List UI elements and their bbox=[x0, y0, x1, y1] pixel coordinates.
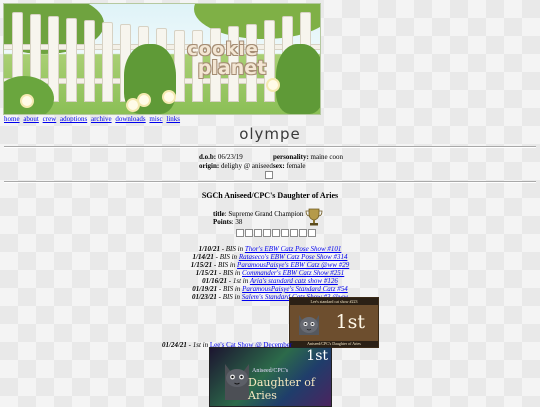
award-card-header: Lee's standard cat show #223 bbox=[290, 298, 378, 305]
nav-link-archive[interactable]: archive bbox=[91, 115, 112, 123]
flower bbox=[139, 95, 149, 105]
flower bbox=[164, 92, 174, 102]
fence-post bbox=[84, 20, 95, 102]
nav-link-downloads[interactable]: downloads bbox=[115, 115, 145, 123]
logo-line-2: planet bbox=[197, 57, 267, 79]
divider bbox=[4, 146, 536, 148]
site-banner: cookie planet bbox=[3, 3, 321, 115]
broken-image-icon bbox=[265, 171, 273, 179]
result-entry: 1/10/21 - BIS in Thor's EBW Catz Pose Sh… bbox=[0, 245, 540, 253]
personality-label: personality: bbox=[273, 153, 309, 161]
sex-label: sex: bbox=[273, 162, 285, 170]
result-entry: 1/15/21 - BIS in ParamousPaisye's EBW Ca… bbox=[0, 261, 540, 269]
title-label: title bbox=[213, 210, 225, 218]
nav-link-adoptions[interactable]: adoptions bbox=[60, 115, 87, 123]
cat-show-name: SGCh Aniseed/CPC's Daughter of Aries bbox=[201, 191, 339, 200]
award-card: 1st Aniseed/CPC's Daughter of Aries bbox=[209, 347, 332, 407]
badge-image bbox=[290, 229, 298, 237]
origin-label: origin: bbox=[199, 162, 220, 170]
badge-image bbox=[263, 229, 271, 237]
points-label: Points bbox=[213, 218, 232, 226]
nav-link-crew[interactable]: crew bbox=[43, 115, 57, 123]
badge-image bbox=[245, 229, 253, 237]
award-line-1: Aniseed/CPC's bbox=[252, 368, 289, 374]
result-date: 01/19/21 bbox=[192, 285, 218, 293]
sex-value: female bbox=[286, 162, 306, 170]
result-date: 1/10/21 bbox=[198, 245, 220, 253]
origin-value: delighy @ aniseed bbox=[220, 162, 273, 170]
result-text: - 1st in bbox=[186, 341, 210, 349]
badge-image bbox=[236, 229, 244, 237]
result-date: 1/14/21 bbox=[192, 253, 214, 261]
result-date: 1/15/21 bbox=[190, 261, 213, 269]
bush bbox=[276, 44, 320, 114]
info-left: d.o.b: 06/23/19 origin: delighy @ anisee… bbox=[199, 153, 273, 171]
trophy-icon bbox=[305, 208, 323, 226]
info-right: personality: maine coon sex: female bbox=[273, 153, 343, 171]
result-text: - BIS in bbox=[216, 293, 242, 301]
points-value: 38 bbox=[235, 218, 243, 226]
site-logo: cookie planet bbox=[167, 40, 279, 78]
fence-post bbox=[66, 18, 77, 102]
nav-link-misc[interactable]: misc bbox=[149, 115, 162, 123]
result-text: - BIS in bbox=[213, 253, 239, 261]
award-line-2: Daughter of Aries bbox=[248, 376, 315, 402]
result-entry: 1/15/21 - BIS in Commander's EBW Catz Sh… bbox=[0, 269, 540, 277]
result-link[interactable]: ParamousPaisye's EBW Catz @ww #29 bbox=[237, 261, 349, 269]
result-entry: 01/19/21 - BIS in ParamousPaisye's Stand… bbox=[0, 285, 540, 293]
flower bbox=[128, 100, 138, 110]
badge-image bbox=[299, 229, 307, 237]
result-entry: 01/16/21 - 1st in Aria's standard catz s… bbox=[0, 277, 540, 285]
badge-image bbox=[281, 229, 289, 237]
nav-link-links[interactable]: links bbox=[166, 115, 180, 123]
result-date: 01/24/21 bbox=[162, 341, 187, 349]
award-place: 1st bbox=[335, 311, 365, 333]
result-link[interactable]: ParamousPaisye's Standard Catz #54 bbox=[242, 285, 348, 293]
badge-image bbox=[272, 229, 280, 237]
dob-label: d.o.b: bbox=[199, 153, 217, 161]
cat-portrait bbox=[299, 315, 319, 335]
fence-post bbox=[102, 22, 113, 102]
nav-link-about[interactable]: about bbox=[23, 115, 39, 123]
personality-value: maine coon bbox=[310, 153, 343, 161]
result-link[interactable]: Aria's standard catz show #126 bbox=[250, 277, 338, 285]
nav-bar: home about crew adoptions archive downlo… bbox=[4, 115, 182, 123]
show-results: 1/10/21 - BIS in Thor's EBW Catz Pose Sh… bbox=[0, 245, 540, 301]
result-text: - BIS in bbox=[212, 261, 238, 269]
flower bbox=[22, 96, 32, 106]
award-place: 1st bbox=[306, 348, 328, 364]
result-date: 1/15/21 bbox=[195, 269, 218, 277]
flower bbox=[268, 80, 278, 90]
result-text: - BIS in bbox=[217, 285, 243, 293]
result-date: 01/16/21 bbox=[202, 277, 228, 285]
badge-image bbox=[308, 229, 316, 237]
title-block: title: Supreme Grand Champion Points: 38 bbox=[213, 210, 304, 226]
result-text: - BIS in bbox=[217, 269, 243, 277]
result-link[interactable]: Thor's EBW Catz Pose Show #101 bbox=[245, 245, 342, 253]
nav-link-home[interactable]: home bbox=[4, 115, 20, 123]
page-title: olympe bbox=[239, 125, 301, 143]
result-link[interactable]: Rataseco's EBW Catz Pose Show #314 bbox=[239, 253, 348, 261]
result-entry: 01/23/21 - BIS in Salem's Standard Catz … bbox=[0, 293, 540, 301]
result-link[interactable]: Commander's EBW Catz Show #251 bbox=[242, 269, 344, 277]
result-text: - BIS in bbox=[219, 245, 245, 253]
dob-value: 06/23/19 bbox=[217, 153, 243, 161]
award-card: Lee's standard cat show #223 1st Aniseed… bbox=[289, 297, 379, 348]
badge-image bbox=[254, 229, 262, 237]
title-value: Supreme Grand Champion bbox=[228, 210, 304, 218]
result-text: - 1st in bbox=[227, 277, 250, 285]
result-entry: 1/14/21 - BIS in Rataseco's EBW Catz Pos… bbox=[0, 253, 540, 261]
result-date: 01/23/21 bbox=[191, 293, 217, 301]
divider bbox=[4, 181, 536, 183]
